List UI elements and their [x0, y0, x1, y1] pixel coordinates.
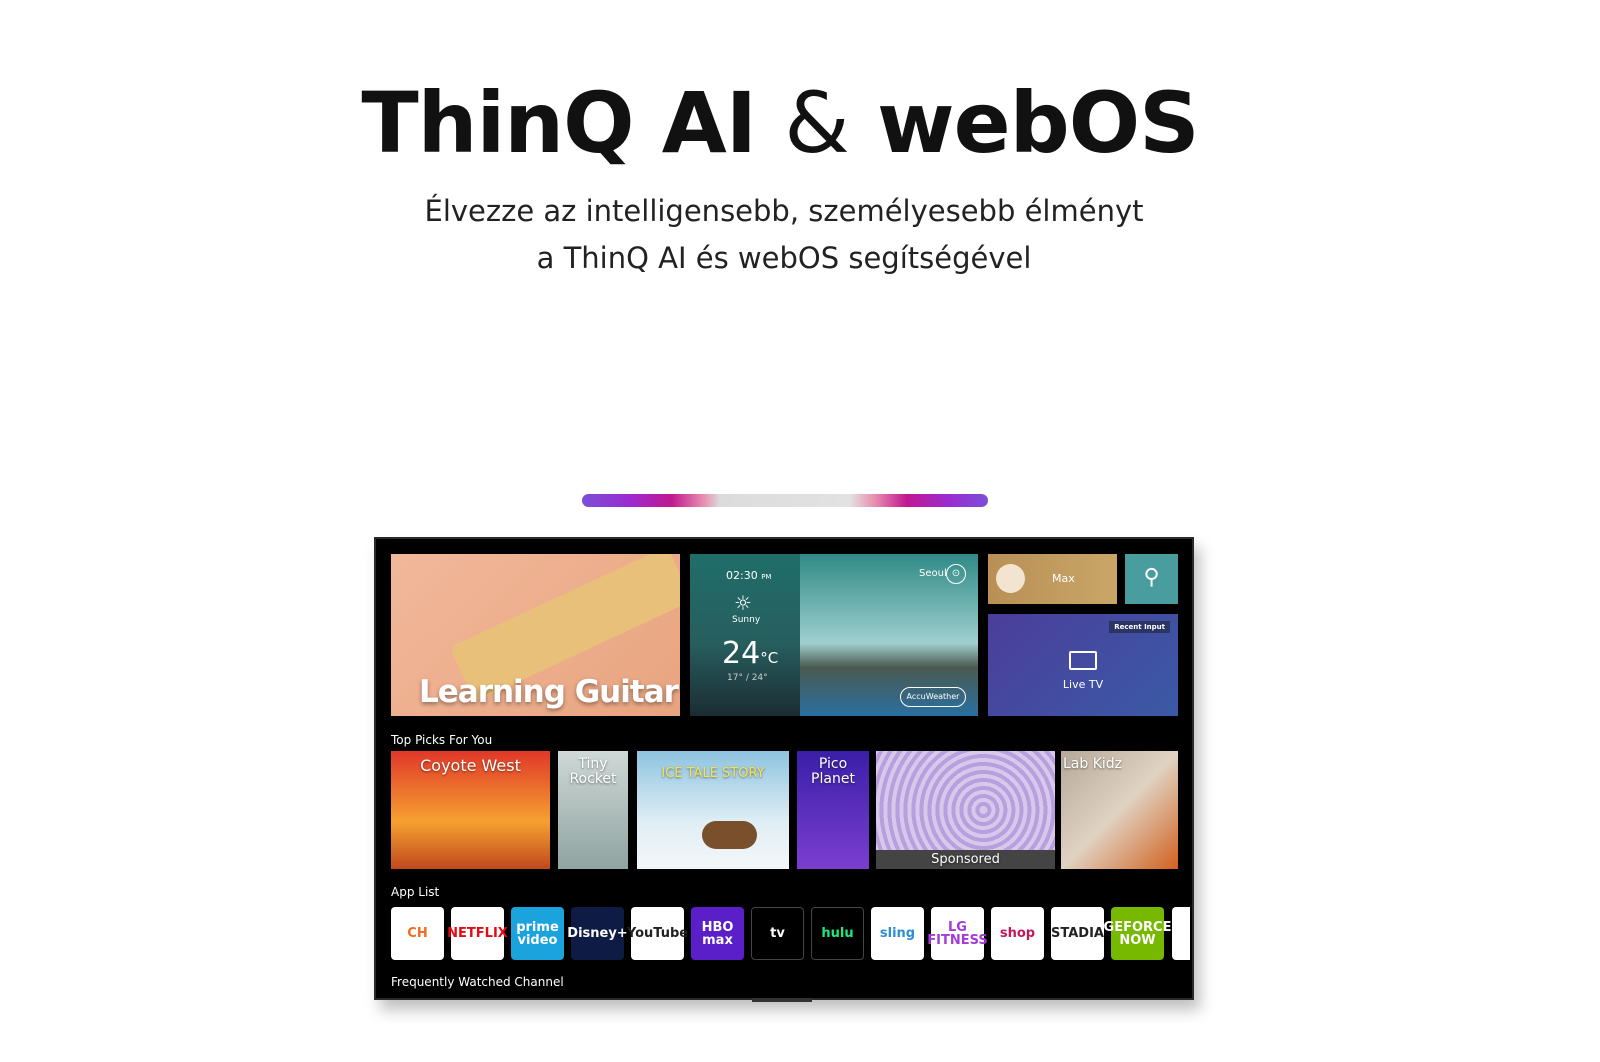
ai-gradient-bar: [582, 494, 988, 507]
app-name: hulu: [821, 926, 854, 941]
app-name: Disney+: [567, 926, 628, 941]
app-name: NETFLIX: [447, 926, 508, 941]
pick-card-sponsored[interactable]: Sponsored: [876, 751, 1055, 869]
app-tile-partial[interactable]: [1172, 907, 1190, 960]
app-tile-hulu[interactable]: hulu: [811, 907, 864, 960]
app-name: shop: [999, 926, 1036, 941]
subtitle-line-1: Élvezze az intelligensebb, személyesebb …: [424, 194, 1144, 228]
app-name: STADIA: [1051, 926, 1104, 941]
pick-card-lab-kidz[interactable]: Lab Kidz: [1061, 751, 1178, 869]
app-tile-stadia[interactable]: STADIA: [1051, 907, 1104, 960]
pick-card-pico-planet[interactable]: Pico Planet: [797, 751, 869, 869]
hero-tile-learning-guitar[interactable]: Learning Guitar: [391, 554, 680, 716]
app-name: HBO max: [701, 919, 734, 948]
profile-name: Max: [1052, 572, 1075, 585]
live-tv-tile[interactable]: Recent Input Live TV: [988, 614, 1178, 716]
app-tile-lg-fitness[interactable]: LG FITNESS: [927, 907, 988, 960]
weather-tile[interactable]: 02:30 PM ☼ Sunny 24°C 17° / 24° Seoul ⊙ …: [690, 554, 978, 716]
app-name: YouTube: [626, 926, 689, 941]
pick-card-ice-tale-story[interactable]: ICE TALE STORY: [637, 751, 789, 869]
pick-card-coyote-west[interactable]: Coyote West: [391, 751, 550, 869]
top-picks-label: Top Picks For You: [391, 733, 493, 747]
live-tv-label: Live TV: [1062, 678, 1104, 691]
app-tile-hbo-max[interactable]: HBO max: [691, 907, 744, 960]
app-tile-ch[interactable]: CH: [391, 907, 444, 960]
weather-time: 02:30: [726, 569, 758, 582]
app-tile-disney-[interactable]: Disney+: [567, 907, 628, 960]
app-name: CH: [407, 926, 428, 941]
app-name: GEFORCE NOW: [1103, 919, 1172, 948]
page-title: ThinQ AI & webOS: [361, 74, 1199, 172]
app-tile-tv[interactable]: tv: [751, 907, 804, 960]
avatar: [996, 564, 1025, 593]
accuweather-badge[interactable]: AccuWeather: [900, 687, 966, 707]
tv-icon: [1069, 651, 1097, 670]
app-tile-netflix[interactable]: NETFLIX: [447, 907, 508, 960]
app-tile-shop[interactable]: shop: [991, 907, 1044, 960]
weather-condition: Sunny: [732, 615, 761, 625]
app-name: LG FITNESS: [927, 919, 988, 948]
app-name: sling: [879, 926, 916, 941]
search-icon: ⚲: [1143, 565, 1160, 590]
pick-card-tiny-rocket[interactable]: Tiny Rocket: [558, 751, 628, 869]
app-tile-prime-video[interactable]: prime video: [511, 907, 564, 960]
app-tile-geforce-now[interactable]: GEFORCE NOW: [1104, 907, 1171, 960]
recent-input-badge: Recent Input: [1109, 621, 1170, 633]
tv-stand: [752, 998, 812, 1002]
profile-tile[interactable]: Max: [988, 554, 1117, 604]
location-pin-icon[interactable]: ⊙: [946, 564, 966, 584]
weather-range: 17° / 24°: [727, 673, 768, 683]
hero-title: Learning Guitar: [419, 674, 679, 710]
app-name: prime video: [516, 919, 559, 948]
app-tile-youtube[interactable]: YouTube: [627, 907, 688, 960]
subtitle-line-2: a ThinQ AI és webOS segítségével: [536, 241, 1032, 275]
app-name: tv: [770, 926, 785, 941]
app-list-label: App List: [391, 885, 440, 899]
search-button[interactable]: ⚲: [1125, 554, 1178, 604]
app-tile-sling[interactable]: sling: [871, 907, 924, 960]
sun-icon: ☼: [734, 591, 752, 615]
weather-temp: 24: [722, 636, 761, 671]
frequently-watched-label: Frequently Watched Channel: [391, 975, 564, 989]
weather-city: Seoul: [919, 568, 947, 579]
